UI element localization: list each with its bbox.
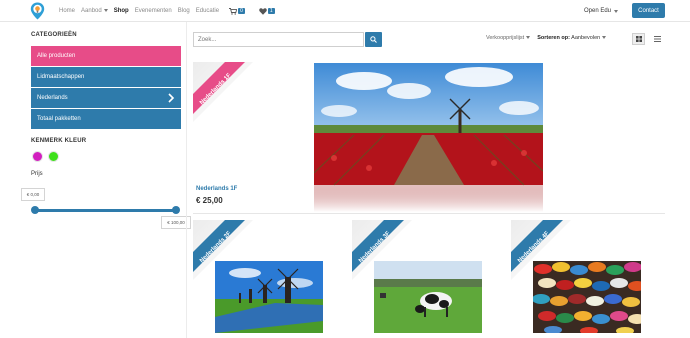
search-icon [370, 36, 377, 43]
grid-view-button[interactable] [632, 33, 645, 45]
nav-aanbod[interactable]: Aanbod [81, 8, 108, 14]
nav-educatie[interactable]: Educatie [196, 8, 219, 14]
cart-link[interactable]: 0 [229, 7, 245, 15]
wishlist-link[interactable]: 1 [259, 7, 275, 15]
categories-heading: CATEGORIEËN [31, 32, 77, 38]
cart-icon [229, 7, 238, 15]
product-image-clogs[interactable] [533, 261, 641, 333]
color-swatches [32, 151, 64, 162]
category-label: Alle producten [37, 53, 76, 59]
nav-blog[interactable]: Blog [178, 8, 190, 14]
sort-dropdown[interactable]: Sorteren op: Aanbevolen [537, 35, 607, 41]
price-slider-max-handle[interactable] [172, 206, 180, 214]
color-swatch-magenta[interactable] [32, 151, 43, 162]
cart-count-badge: 0 [238, 8, 245, 14]
grid-icon [635, 36, 642, 42]
color-swatch-green[interactable] [48, 151, 59, 162]
category-nederlands[interactable]: Nederlands [31, 88, 181, 108]
price-heading: Prijs [31, 171, 43, 177]
category-label: Lidmaatschappen [37, 74, 85, 80]
user-menu[interactable]: Open Edu [584, 0, 619, 22]
logo-icon[interactable] [30, 2, 45, 20]
price-slider-min-handle[interactable] [31, 206, 39, 214]
main-nav: Home Aanbod Shop Evenementen Blog Educat… [59, 0, 285, 22]
product-image-cow[interactable] [374, 261, 482, 333]
search-button[interactable] [365, 32, 382, 47]
sidebar: CATEGORIEËN Alle producten Lidmaatschapp… [21, 30, 191, 229]
contact-button[interactable]: Contact [632, 3, 665, 18]
list-icon [654, 36, 661, 42]
product-card-4[interactable]: Nederlands 4F [511, 220, 665, 338]
caret-down-icon [614, 9, 619, 13]
category-totaal-pakketten[interactable]: Totaal pakketten [31, 109, 181, 129]
price-min-value: € 0,00 [21, 188, 45, 201]
sort-prefix: Sorteren op: [537, 35, 570, 41]
category-label: Nederlands [37, 95, 68, 101]
price-slider-track[interactable] [34, 209, 177, 212]
pricelist-dropdown[interactable]: Verkoopprijslijst [486, 35, 531, 41]
pricelist-label: Verkoopprijslijst [486, 35, 525, 41]
color-heading: KENMERK KLEUR [31, 138, 87, 144]
category-alle-producten[interactable]: Alle producten [31, 46, 181, 66]
heart-icon [259, 7, 267, 15]
product-price: € 25,00 [196, 196, 223, 205]
product-image-tulips[interactable] [314, 63, 543, 212]
wishlist-count-badge: 1 [267, 8, 275, 14]
product-card-2[interactable]: Nederlands 2F [193, 220, 343, 338]
category-lidmaatschappen[interactable]: Lidmaatschappen [31, 67, 181, 87]
nav-evenementen[interactable]: Evenementen [135, 8, 172, 14]
product-image-windmills[interactable] [215, 261, 323, 333]
product-name[interactable]: Nederlands 1F [196, 186, 237, 192]
product-ribbon [193, 62, 253, 122]
nav-shop[interactable]: Shop [114, 8, 129, 14]
sidebar-divider [186, 22, 187, 338]
list-view-button[interactable] [651, 33, 664, 45]
caret-down-icon [526, 36, 531, 40]
caret-down-icon [103, 8, 108, 12]
caret-down-icon [602, 36, 607, 40]
product-card-featured[interactable]: Nederlands 1F Nederlands 1F € 25,00 [193, 62, 665, 214]
navbar: Home Aanbod Shop Evenementen Blog Educat… [0, 0, 690, 22]
nav-aanbod-label: Aanbod [81, 8, 102, 14]
sort-value: Aanbevolen [571, 35, 601, 41]
nav-home[interactable]: Home [59, 8, 75, 14]
user-name: Open Edu [584, 8, 612, 14]
chevron-right-icon[interactable] [167, 93, 175, 103]
category-label: Totaal pakketten [37, 116, 81, 122]
shop-toolbar: Verkoopprijslijst Sorteren op: Aanbevole… [486, 35, 607, 41]
search-input[interactable]: Zoek... [193, 32, 364, 47]
product-card-3[interactable]: Nederlands 3F [352, 220, 502, 338]
